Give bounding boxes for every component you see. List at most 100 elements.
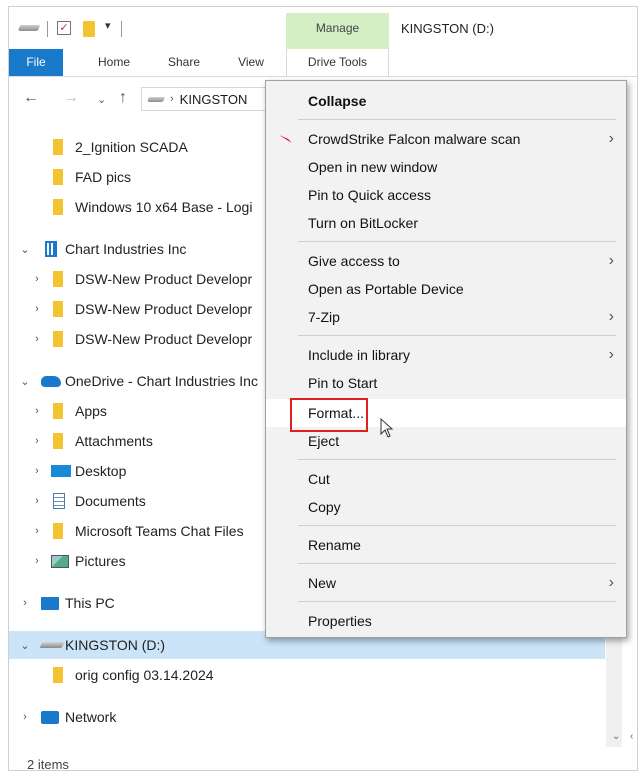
- menu-item-label: Properties: [308, 613, 372, 629]
- collapsed-chevron-icon[interactable]: ›: [31, 273, 43, 285]
- submenu-chevron-icon: ›: [608, 574, 614, 591]
- menu-item-label: Pin to Quick access: [308, 187, 431, 203]
- tree-item-label: Network: [65, 709, 117, 725]
- tree-item-label: DSW-New Product Developr: [75, 301, 253, 317]
- collapsed-chevron-icon[interactable]: ›: [31, 525, 43, 537]
- arrow-up-icon[interactable]: ↑: [119, 89, 127, 107]
- submenu-chevron-icon: ›: [608, 130, 614, 147]
- menu-separator: [298, 335, 616, 336]
- menu-item-label: Open as Portable Device: [308, 281, 464, 297]
- toolbar-separator: [121, 21, 122, 37]
- tree-item-label: Pictures: [75, 553, 126, 569]
- status-item-count: 2 items: [27, 757, 69, 771]
- toolbar-separator: [47, 21, 48, 37]
- menu-item-7zip[interactable]: 7-Zip ›: [266, 303, 626, 331]
- tree-item-label: FAD pics: [75, 169, 132, 185]
- folder-icon: [53, 199, 63, 215]
- tab-share[interactable]: Share: [159, 49, 209, 76]
- tree-item-label: 2_Ignition SCADA: [75, 139, 188, 155]
- menu-item-open-new-window[interactable]: Open in new window: [266, 153, 626, 181]
- manage-tab-label[interactable]: Manage: [286, 21, 389, 35]
- menu-item-copy[interactable]: Copy: [266, 493, 626, 521]
- menu-item-pin-start[interactable]: Pin to Start: [266, 369, 626, 397]
- collapsed-chevron-icon[interactable]: ›: [31, 435, 43, 447]
- arrow-left-icon[interactable]: ←: [23, 89, 39, 107]
- folder-icon: [53, 169, 63, 185]
- submenu-chevron-icon: ›: [608, 252, 614, 269]
- folder-icon: [53, 331, 63, 347]
- customize-toolbar-chevron-icon[interactable]: ▾: [105, 19, 111, 32]
- menu-item-label: Pin to Start: [308, 375, 378, 391]
- collapsed-chevron-icon[interactable]: ›: [31, 495, 43, 507]
- tab-drive-tools[interactable]: Drive Tools: [286, 49, 389, 76]
- menu-item-collapse[interactable]: Collapse: [266, 87, 626, 115]
- tree-item-network[interactable]: › Network: [9, 703, 605, 731]
- menu-item-give-access[interactable]: Give access to ›: [266, 247, 626, 275]
- menu-item-crowdstrike-scan[interactable]: CrowdStrike Falcon malware scan ›: [266, 125, 626, 153]
- menu-item-label: New: [308, 575, 337, 591]
- expanded-chevron-icon[interactable]: ⌄: [19, 243, 31, 256]
- menu-item-include-library[interactable]: Include in library ›: [266, 341, 626, 369]
- drive-icon: [17, 25, 41, 31]
- tab-home[interactable]: Home: [89, 49, 139, 76]
- expanded-chevron-icon[interactable]: ⌄: [19, 375, 31, 388]
- tree-item-label: Microsoft Teams Chat Files: [75, 523, 244, 539]
- quick-access-toolbar: ✓ ▾ Manage KINGSTON (D:): [9, 7, 637, 49]
- scroll-down-chevron-icon[interactable]: ⌄: [612, 731, 620, 742]
- menu-item-rename[interactable]: Rename: [266, 531, 626, 559]
- collapsed-chevron-icon[interactable]: ›: [31, 555, 43, 567]
- properties-check-icon[interactable]: ✓: [57, 21, 71, 35]
- context-menu: Collapse CrowdStrike Falcon malware scan…: [265, 80, 627, 638]
- desktop-icon: [51, 465, 71, 477]
- tab-view[interactable]: View: [229, 49, 273, 76]
- tree-item-label: OneDrive - Chart Industries Inc: [65, 373, 258, 389]
- tree-item[interactable]: orig config 03.14.2024: [9, 661, 605, 689]
- menu-item-properties[interactable]: Properties: [266, 607, 626, 635]
- tab-file[interactable]: File: [9, 49, 63, 76]
- menu-item-label: Cut: [308, 471, 330, 487]
- collapsed-chevron-icon[interactable]: ›: [19, 597, 31, 609]
- usb-drive-icon: [39, 642, 65, 648]
- tree-item-label: Attachments: [75, 433, 153, 449]
- collapsed-chevron-icon[interactable]: ›: [31, 465, 43, 477]
- tree-item-label: Chart Industries Inc: [65, 241, 187, 257]
- collapsed-chevron-icon[interactable]: ›: [31, 303, 43, 315]
- expanded-chevron-icon[interactable]: ⌄: [19, 639, 31, 652]
- breadcrumb-segment[interactable]: KINGSTON: [180, 92, 248, 107]
- menu-separator: [298, 459, 616, 460]
- new-folder-icon[interactable]: [83, 21, 95, 37]
- menu-item-label: Collapse: [308, 93, 367, 109]
- menu-item-label: Include in library: [308, 347, 410, 363]
- folder-icon: [53, 667, 63, 683]
- menu-item-label: Rename: [308, 537, 361, 553]
- arrow-right-icon[interactable]: →: [63, 89, 79, 107]
- menu-item-cut[interactable]: Cut: [266, 465, 626, 493]
- menu-item-label: CrowdStrike Falcon malware scan: [308, 131, 521, 147]
- menu-item-portable-device[interactable]: Open as Portable Device: [266, 275, 626, 303]
- collapsed-chevron-icon[interactable]: ›: [31, 405, 43, 417]
- submenu-chevron-icon: ›: [608, 346, 614, 363]
- menu-separator: [298, 563, 616, 564]
- onedrive-cloud-icon: [41, 375, 61, 387]
- menu-item-label: Give access to: [308, 253, 400, 269]
- folder-icon: [53, 433, 63, 449]
- breadcrumb-chevron-icon: ›: [170, 93, 174, 105]
- menu-item-label: Turn on BitLocker: [308, 215, 418, 231]
- window-title: KINGSTON (D:): [401, 21, 494, 36]
- submenu-chevron-icon: ›: [608, 308, 614, 325]
- folder-icon: [53, 271, 63, 287]
- address-bar[interactable]: › KINGSTON: [141, 87, 281, 111]
- menu-item-label: Open in new window: [308, 159, 438, 175]
- crowdstrike-falcon-icon: [279, 135, 295, 143]
- folder-icon: [53, 139, 63, 155]
- menu-item-pin-quick-access[interactable]: Pin to Quick access: [266, 181, 626, 209]
- recent-locations-chevron-icon[interactable]: ⌄: [97, 93, 106, 106]
- menu-item-new[interactable]: New ›: [266, 569, 626, 597]
- collapsed-chevron-icon[interactable]: ›: [19, 711, 31, 723]
- this-pc-icon: [41, 596, 59, 610]
- scroll-left-chevron-icon[interactable]: ‹: [630, 731, 633, 742]
- collapsed-chevron-icon[interactable]: ›: [31, 333, 43, 345]
- tree-item-label: DSW-New Product Developr: [75, 331, 253, 347]
- menu-item-bitlocker[interactable]: Turn on BitLocker: [266, 209, 626, 237]
- folder-icon: [53, 403, 63, 419]
